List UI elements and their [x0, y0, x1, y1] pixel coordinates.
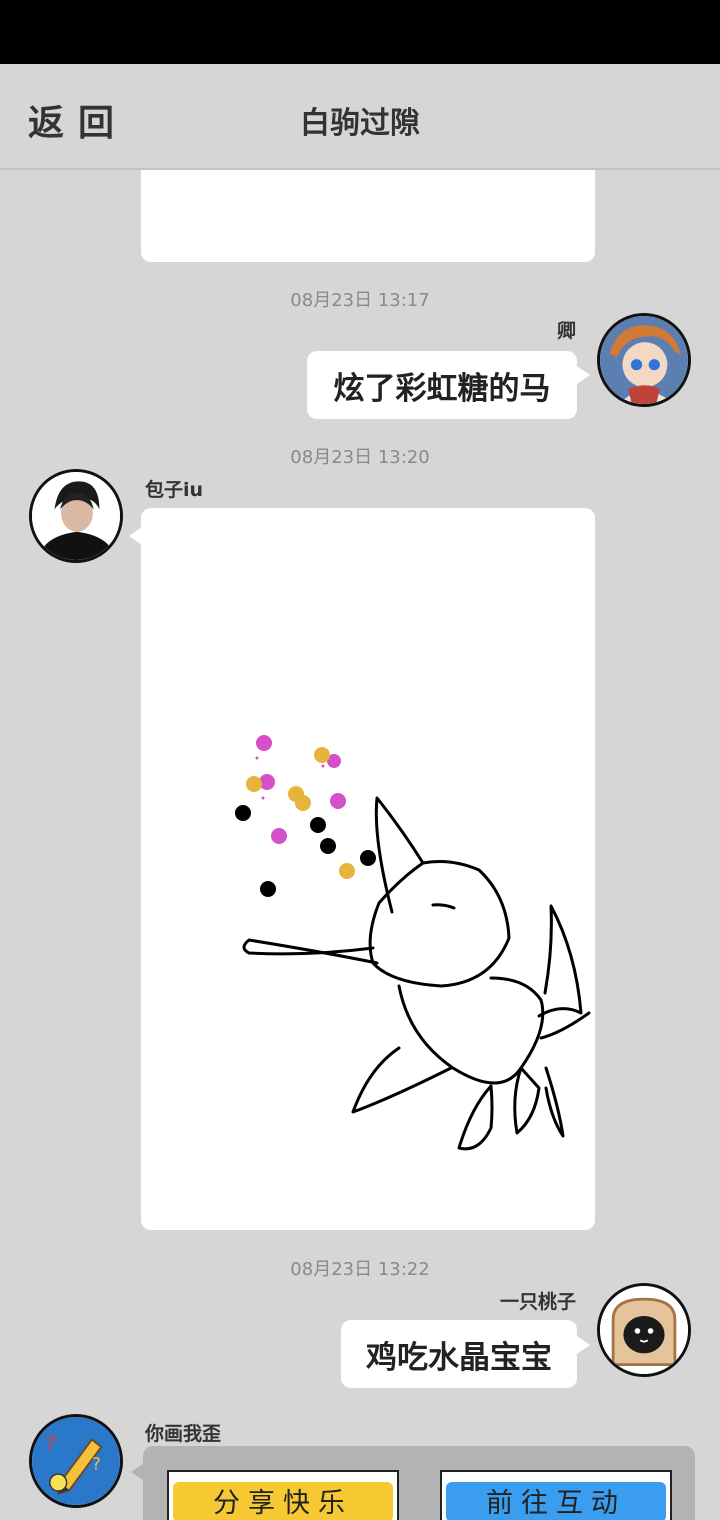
avatar-anime-boy-icon — [600, 316, 688, 404]
avatar[interactable] — [597, 1283, 691, 1377]
bubble-tail — [577, 366, 590, 384]
page-title: 白驹过隙 — [300, 106, 420, 141]
avatar-man-photo-icon — [32, 472, 120, 560]
avatar-toast-cat-icon — [600, 1286, 688, 1374]
bubble-tail — [577, 1336, 590, 1354]
share-joy-label: 分享快乐 — [213, 1487, 353, 1519]
header: 返回 白驹过隙 — [0, 64, 720, 170]
drawing-image-message[interactable] — [141, 508, 595, 1230]
share-joy-button[interactable]: 分享快乐 — [167, 1470, 399, 1520]
go-interact-button[interactable]: 前往互动 — [440, 1470, 672, 1520]
message-bubble[interactable]: 炫了彩虹糖的马 — [307, 351, 577, 419]
timestamp: 08月23日 13:17 — [290, 290, 430, 311]
go-interact-label: 前往互动 — [486, 1487, 626, 1519]
message-bubble[interactable]: 鸡吃水晶宝宝 — [341, 1320, 577, 1388]
avatar[interactable] — [29, 469, 123, 563]
sender-name: 一只桃子 — [499, 1291, 576, 1313]
svg-text:?: ? — [45, 1432, 56, 1456]
timestamp: 08月23日 13:22 — [290, 1259, 430, 1280]
status-bar — [0, 0, 720, 64]
avatar-pencil-game-icon: ? ? — [32, 1417, 120, 1505]
sender-name: 包子iu — [145, 479, 204, 501]
sender-name: 卿 — [556, 320, 576, 342]
game-card: 分享快乐 前往互动 — [143, 1446, 695, 1520]
timestamp: 08月23日 13:20 — [290, 447, 430, 468]
drawing-horse-icon — [235, 735, 591, 1151]
sender-name: 你画我歪 — [145, 1423, 222, 1445]
image-message-previous[interactable] — [141, 170, 595, 262]
avatar[interactable] — [597, 313, 691, 407]
avatar[interactable]: ? ? — [29, 1414, 123, 1508]
svg-text:?: ? — [92, 1453, 101, 1473]
